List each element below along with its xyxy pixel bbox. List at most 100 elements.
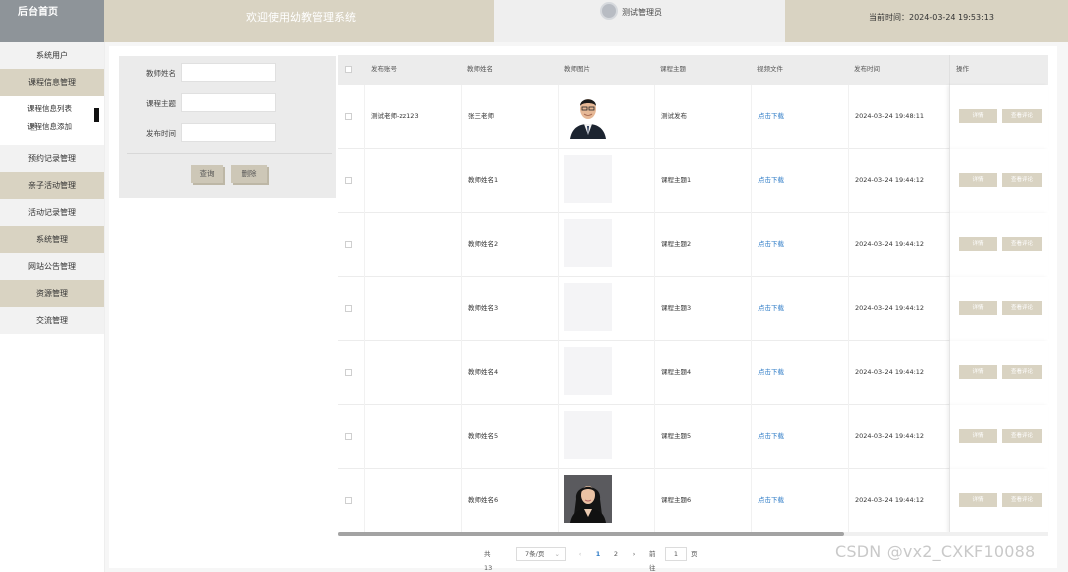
cell-account (364, 277, 461, 341)
actions-cell: 详情 查看评论 (949, 85, 1048, 149)
download-link[interactable]: 点击下载 (751, 341, 848, 405)
download-link[interactable]: 点击下载 (751, 85, 848, 149)
view-comments-button[interactable]: 查看评论 (1002, 173, 1042, 187)
col-account: 发布账号 (371, 65, 397, 73)
row-checkbox[interactable] (345, 241, 352, 248)
sidebar-item-course-info[interactable]: 课程信息管理 (0, 69, 104, 96)
actions-cell: 详情 查看评论 (949, 149, 1048, 213)
form-row-topic: 课程主题 (119, 93, 336, 113)
row-checkbox[interactable] (345, 113, 352, 120)
username: 测试管理员 (622, 8, 662, 17)
sidebar-item-resources[interactable]: 资源管理 (0, 280, 104, 307)
view-comments-button[interactable]: 查看评论 (1002, 365, 1042, 379)
cell-teacher: 教师姓名6 (461, 469, 558, 533)
cell-time: 2024-03-24 19:44:12 (848, 469, 949, 533)
download-link[interactable]: 点击下载 (751, 213, 848, 277)
download-link[interactable]: 点击下载 (751, 277, 848, 341)
search-divider (127, 153, 332, 154)
next-page-icon[interactable]: › (628, 547, 640, 561)
cell-topic: 测试发布 (654, 85, 751, 149)
cell-topic: 课程主题2 (654, 213, 751, 277)
table-row: 教师姓名6 课程主题6 点击下载 2024-03-24 19:44:12 详情 … (338, 469, 1048, 533)
view-comments-button[interactable]: 查看评论 (1002, 301, 1042, 315)
sidebar-item-parent-child[interactable]: 亲子活动管理 (0, 172, 104, 199)
submenu-item-course-add[interactable]: 课程信息添加 (0, 118, 104, 136)
cell-time: 2024-03-24 19:44:12 (848, 213, 949, 277)
hand-cursor-icon: ☝ (30, 120, 38, 134)
search-panel: 教师姓名 课程主题 发布时间 查询 删除 (119, 56, 336, 198)
table-row: 教师姓名1 课程主题1 点击下载 2024-03-24 19:44:12 详情 … (338, 149, 1048, 213)
select-all-checkbox[interactable] (345, 66, 352, 73)
form-row-time: 发布时间 (119, 123, 336, 143)
sidebar-item-system-users[interactable]: 系统用户 (0, 42, 104, 69)
course-submenu: 课程信息列表 课程信息添加 ☝ (0, 100, 104, 145)
detail-button[interactable]: 详情 (959, 493, 997, 507)
row-checkbox[interactable] (345, 497, 352, 504)
avatar[interactable] (600, 2, 618, 20)
goto-label: 前往 (649, 550, 656, 572)
row-checkbox[interactable] (345, 369, 352, 376)
col-video: 视频文件 (757, 65, 783, 73)
col-topic: 课程主题 (660, 65, 686, 73)
cell-time: 2024-03-24 19:44:12 (848, 341, 949, 405)
col-photo: 教师图片 (564, 65, 590, 73)
detail-button[interactable]: 详情 (959, 301, 997, 315)
download-link[interactable]: 点击下载 (751, 469, 848, 533)
cell-teacher: 教师姓名1 (461, 149, 558, 213)
detail-button[interactable]: 详情 (959, 365, 997, 379)
course-topic-input[interactable] (181, 93, 276, 112)
course-table: 发布账号 教师姓名 教师图片 课程主题 视频文件 发布时间 操作 测试老师-zz… (338, 55, 1048, 537)
table-row: 教师姓名3 课程主题3 点击下载 2024-03-24 19:44:12 详情 … (338, 277, 1048, 341)
cell-topic: 课程主题3 (654, 277, 751, 341)
page-size-select[interactable]: 7条/页 ⌄ (516, 547, 566, 561)
query-button[interactable]: 查询 (191, 165, 223, 183)
teacher-photo-female (564, 475, 612, 523)
row-checkbox[interactable] (345, 177, 352, 184)
cell-time: 2024-03-24 19:48:11 (848, 85, 949, 149)
submenu-item-course-list[interactable]: 课程信息列表 (0, 100, 104, 118)
view-comments-button[interactable]: 查看评论 (1002, 237, 1042, 251)
actions-cell: 详情 查看评论 (949, 277, 1048, 341)
page-1[interactable]: 1 (592, 547, 604, 561)
actions-cell: 详情 查看评论 (949, 213, 1048, 277)
teacher-name-input[interactable] (181, 63, 276, 82)
delete-button[interactable]: 删除 (231, 165, 267, 183)
goto-page-input[interactable]: 1 (665, 547, 687, 561)
cell-topic: 课程主题6 (654, 469, 751, 533)
home-link[interactable]: 后台首页 (0, 0, 104, 42)
time-value: 2024-03-24 19:53:13 (909, 13, 994, 22)
view-comments-button[interactable]: 查看评论 (1002, 493, 1042, 507)
main-area: 教师姓名 课程主题 发布时间 查询 删除 发布账号 教师姓名 教师图片 课程主题… (104, 42, 1068, 572)
download-link[interactable]: 点击下载 (751, 405, 848, 469)
prev-page-icon[interactable]: ‹ (574, 547, 586, 561)
scrollbar-thumb[interactable] (338, 532, 844, 536)
detail-button[interactable]: 详情 (959, 173, 997, 187)
view-comments-button[interactable]: 查看评论 (1002, 109, 1042, 123)
detail-button[interactable]: 详情 (959, 237, 997, 251)
publish-time-input[interactable] (181, 123, 276, 142)
current-time: 当前时间：2024-03-24 19:53:13 (785, 0, 1068, 42)
download-link[interactable]: 点击下载 (751, 149, 848, 213)
table-row: 教师姓名4 课程主题4 点击下载 2024-03-24 19:44:12 详情 … (338, 341, 1048, 405)
sidebar-item-activity-records[interactable]: 活动记录管理 (0, 199, 104, 226)
cell-teacher: 张三老师 (461, 85, 558, 149)
sidebar-item-communication[interactable]: 交流管理 (0, 307, 104, 334)
page-2[interactable]: 2 (610, 547, 622, 561)
cell-time: 2024-03-24 19:44:12 (848, 149, 949, 213)
row-checkbox[interactable] (345, 433, 352, 440)
sidebar-item-announcements[interactable]: 网站公告管理 (0, 253, 104, 280)
user-area[interactable]: 测试管理员 (494, 0, 785, 42)
detail-button[interactable]: 详情 (959, 429, 997, 443)
cell-account (364, 341, 461, 405)
view-comments-button[interactable]: 查看评论 (1002, 429, 1042, 443)
sidebar-item-booking[interactable]: 预约记录管理 (0, 145, 104, 172)
watermark: CSDN @vx2_CXKF10088 (835, 542, 1036, 561)
detail-button[interactable]: 详情 (959, 109, 997, 123)
row-checkbox[interactable] (345, 305, 352, 312)
system-title: 欢迎使用幼教管理系统 (104, 0, 494, 42)
horizontal-scrollbar[interactable] (338, 532, 1048, 536)
sidebar-item-system[interactable]: 系统管理 (0, 226, 104, 253)
actions-cell: 详情 查看评论 (949, 405, 1048, 469)
teacher-photo-male (564, 91, 612, 139)
actions-cell: 详情 查看评论 (949, 469, 1048, 533)
